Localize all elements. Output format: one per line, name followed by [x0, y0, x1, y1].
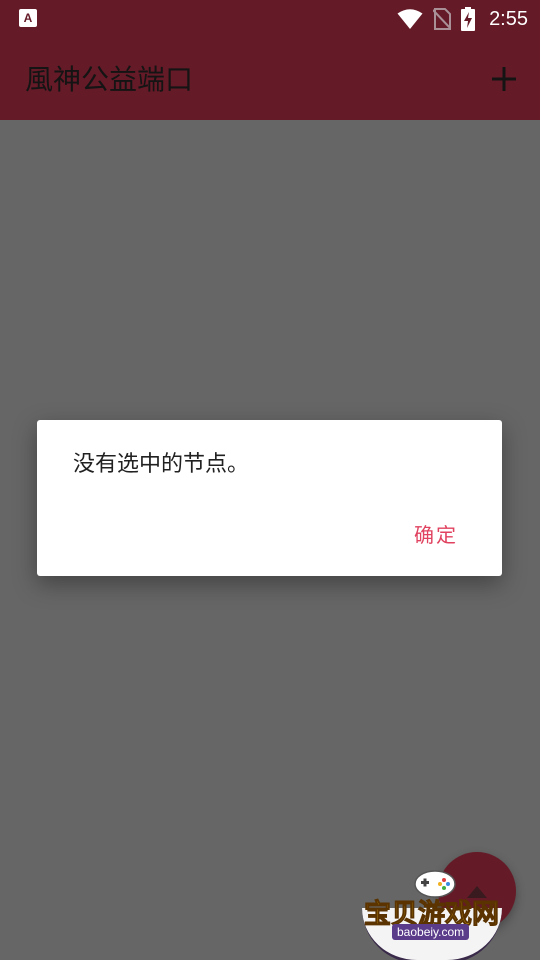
wifi-icon	[397, 9, 423, 29]
add-button[interactable]	[482, 57, 526, 101]
battery-charging-icon	[461, 7, 476, 31]
fab-button[interactable]	[438, 852, 516, 930]
watermark-url: baobeiy.com	[392, 924, 470, 940]
dialog-ok-button[interactable]: 确定	[398, 516, 474, 554]
page-title: 風神公益端口	[25, 63, 194, 96]
no-sim-icon	[433, 8, 452, 30]
status-icons: 2:55	[397, 4, 528, 34]
status-bar: A 2:55	[0, 0, 540, 38]
status-time: 2:55	[489, 7, 528, 30]
alert-dialog: 没有选中的节点。 确定	[37, 420, 502, 576]
plus-icon	[492, 67, 516, 91]
arrow-icon	[467, 886, 487, 898]
screen: A 2:55 風神公益端口 没有选中的节点。 确定 宝贝游戏网 baobeiy.…	[0, 0, 540, 960]
notification-app-icon: A	[19, 9, 37, 27]
dialog-message: 没有选中的节点。	[73, 452, 250, 477]
